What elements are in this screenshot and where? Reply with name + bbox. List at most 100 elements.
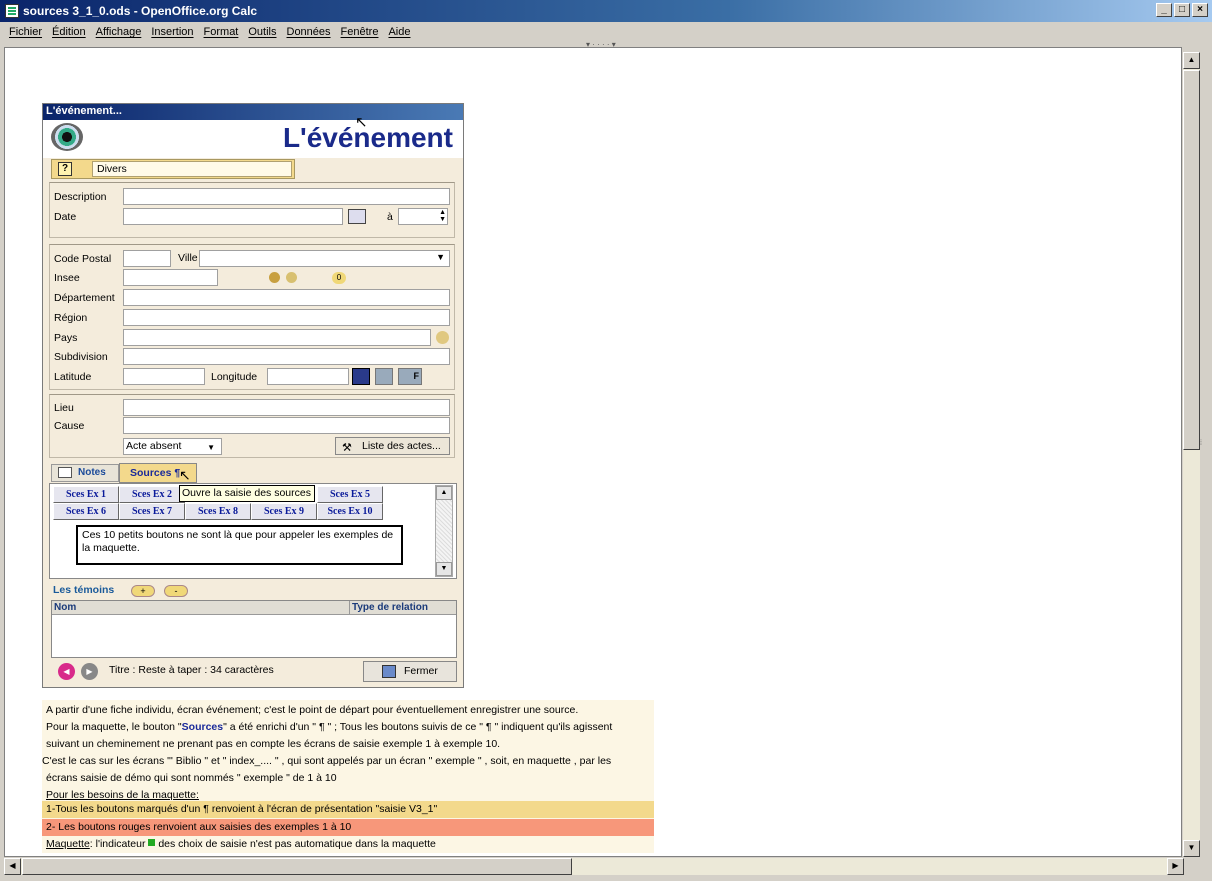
- remove-temoin-button[interactable]: -: [164, 585, 188, 597]
- next-record-icon[interactable]: ▶: [81, 663, 98, 680]
- note-line-5: écrans saisie de démo qui sont nommés " …: [46, 772, 337, 784]
- add-temoin-button[interactable]: +: [131, 585, 155, 597]
- notes-icon: [58, 467, 72, 478]
- label-a: à: [387, 211, 393, 223]
- liste-actes-button[interactable]: ⚒ Liste des actes...: [335, 437, 450, 455]
- dialog-banner: L'événement: [43, 120, 463, 158]
- sces-ex-8-button[interactable]: Sces Ex 8: [185, 503, 251, 520]
- zero-icon[interactable]: 0: [332, 272, 346, 284]
- menu-insertion[interactable]: Insertion: [151, 26, 193, 38]
- category-bar[interactable]: ? Divers: [51, 159, 295, 179]
- note-line-7: 1-Tous les boutons marqués d'un ¶ renvoi…: [42, 801, 654, 818]
- category-field[interactable]: Divers: [92, 161, 292, 177]
- calc-app-icon: [5, 4, 19, 18]
- sces-ex-6-button[interactable]: Sces Ex 6: [53, 503, 119, 520]
- label-latitude: Latitude: [54, 371, 92, 383]
- scroll-up-icon[interactable]: ▲: [436, 486, 452, 500]
- sces-ex-5-button[interactable]: Sces Ex 5: [317, 486, 383, 503]
- label-lieu: Lieu: [54, 402, 74, 414]
- hammer-icon: ⚒: [342, 442, 352, 454]
- close-button[interactable]: ×: [1192, 3, 1208, 17]
- note-sources-word: Sources: [181, 721, 224, 733]
- pays-input[interactable]: [123, 329, 431, 346]
- menu-aide[interactable]: Aide: [388, 26, 410, 38]
- scroll-right-icon[interactable]: ▶: [1167, 858, 1184, 875]
- window-titlebar: sources 3_1_0.ods - OpenOffice.org Calc …: [0, 0, 1212, 22]
- departement-input[interactable]: [123, 289, 450, 306]
- note-line-1: A partir d'une fiche individu, écran évé…: [46, 704, 579, 716]
- latitude-input[interactable]: [123, 368, 205, 385]
- vertical-scrollbar[interactable]: ▲ ▼: [1183, 52, 1200, 857]
- annotation-box: Ces 10 petits boutons ne sont là que pou…: [76, 525, 403, 565]
- lieu-input[interactable]: [123, 399, 450, 416]
- description-input[interactable]: [123, 188, 450, 205]
- scroll-up-icon[interactable]: ▲: [1183, 52, 1200, 69]
- menu-affichage[interactable]: Affichage: [96, 26, 142, 38]
- menu-outils[interactable]: Outils: [248, 26, 276, 38]
- longitude-input[interactable]: [267, 368, 349, 385]
- split-handle-icon[interactable]: ⁞: [1200, 440, 1210, 470]
- label-description: Description: [54, 191, 107, 203]
- scroll-left-icon[interactable]: ◀: [4, 858, 21, 875]
- sces-ex-2-button[interactable]: Sces Ex 2: [119, 486, 185, 503]
- search-icon[interactable]: [269, 272, 280, 283]
- event-dialog-image[interactable]: L'événement... L'événement ? Divers Desc…: [42, 103, 464, 688]
- maximize-button[interactable]: □: [1174, 3, 1190, 17]
- mouse-cursor-icon: ↖: [355, 114, 368, 131]
- date-input[interactable]: [123, 208, 343, 225]
- help-icon[interactable]: ?: [58, 162, 72, 176]
- cursor-icon: ↖: [179, 467, 191, 483]
- code-postal-input[interactable]: [123, 250, 171, 267]
- menu-donnees[interactable]: Données: [287, 26, 331, 38]
- menu-fichier[interactable]: Fichier: [9, 26, 42, 38]
- minimize-button[interactable]: _: [1156, 3, 1172, 17]
- temoins-table[interactable]: Nom Type de relation: [51, 600, 457, 658]
- subdivision-input[interactable]: [123, 348, 450, 365]
- sces-ex-10-button[interactable]: Sces Ex 10: [317, 503, 383, 520]
- liste-actes-label: Liste des actes...: [362, 440, 441, 452]
- note-indicateur: : l'indicateur: [89, 838, 146, 850]
- note-line-2c: " a été enrichi d'un " ¶ " ; Tous les bo…: [223, 721, 613, 733]
- time-spinner[interactable]: ▲ ▼: [398, 208, 448, 225]
- menu-edition[interactable]: Édition: [52, 26, 86, 38]
- map-icon[interactable]: [352, 368, 370, 385]
- acte-select[interactable]: Acte absent ▼: [123, 438, 222, 455]
- horizontal-scroll-thumb[interactable]: [22, 858, 572, 875]
- menu-fenetre[interactable]: Fenêtre: [341, 26, 379, 38]
- note-maquette: Maquette: [46, 838, 90, 850]
- panel-scrollbar[interactable]: ▲ ▼: [435, 485, 453, 577]
- tab-notes-label: Notes: [78, 467, 106, 478]
- fermer-label: Fermer: [404, 665, 438, 677]
- col-type-relation[interactable]: Type de relation: [350, 601, 456, 615]
- chevron-down-icon[interactable]: ▼: [207, 440, 215, 455]
- globe-icon[interactable]: [375, 368, 393, 385]
- cause-input[interactable]: [123, 417, 450, 434]
- col-nom[interactable]: Nom: [52, 601, 350, 615]
- dialog-title: L'événement...: [43, 104, 463, 120]
- menu-format[interactable]: Format: [204, 26, 239, 38]
- prev-record-icon[interactable]: ◀: [58, 663, 75, 680]
- scroll-down-icon[interactable]: ▼: [436, 562, 452, 576]
- sces-ex-7-button[interactable]: Sces Ex 7: [119, 503, 185, 520]
- label-insee: Insee: [54, 272, 80, 284]
- region-input[interactable]: [123, 309, 450, 326]
- fermer-button[interactable]: Fermer: [363, 661, 457, 682]
- door-icon: [382, 665, 396, 678]
- explanation-notes: A partir d'une fiche individu, écran évé…: [42, 700, 654, 853]
- pays-lookup-icon[interactable]: [436, 331, 449, 344]
- chevron-down-icon[interactable]: ▼: [436, 252, 445, 262]
- ville-select[interactable]: ▼: [199, 250, 450, 267]
- vertical-scroll-thumb[interactable]: [1183, 70, 1200, 450]
- tab-notes[interactable]: Notes: [51, 464, 119, 482]
- note-line-9c: des choix de saisie n'est pas automatiqu…: [158, 838, 436, 850]
- sces-ex-1-button[interactable]: Sces Ex 1: [53, 486, 119, 503]
- gear-icon[interactable]: [286, 272, 297, 283]
- calendar-icon[interactable]: [348, 209, 366, 224]
- insee-input[interactable]: [123, 269, 218, 286]
- spinner-arrows-icon[interactable]: ▲ ▼: [439, 209, 446, 223]
- horizontal-scrollbar[interactable]: ◀ ▶: [4, 858, 1184, 875]
- globe-f-icon[interactable]: F: [398, 368, 422, 385]
- label-subdivision: Subdivision: [54, 351, 108, 363]
- sces-ex-9-button[interactable]: Sces Ex 9: [251, 503, 317, 520]
- scroll-down-icon[interactable]: ▼: [1183, 840, 1200, 857]
